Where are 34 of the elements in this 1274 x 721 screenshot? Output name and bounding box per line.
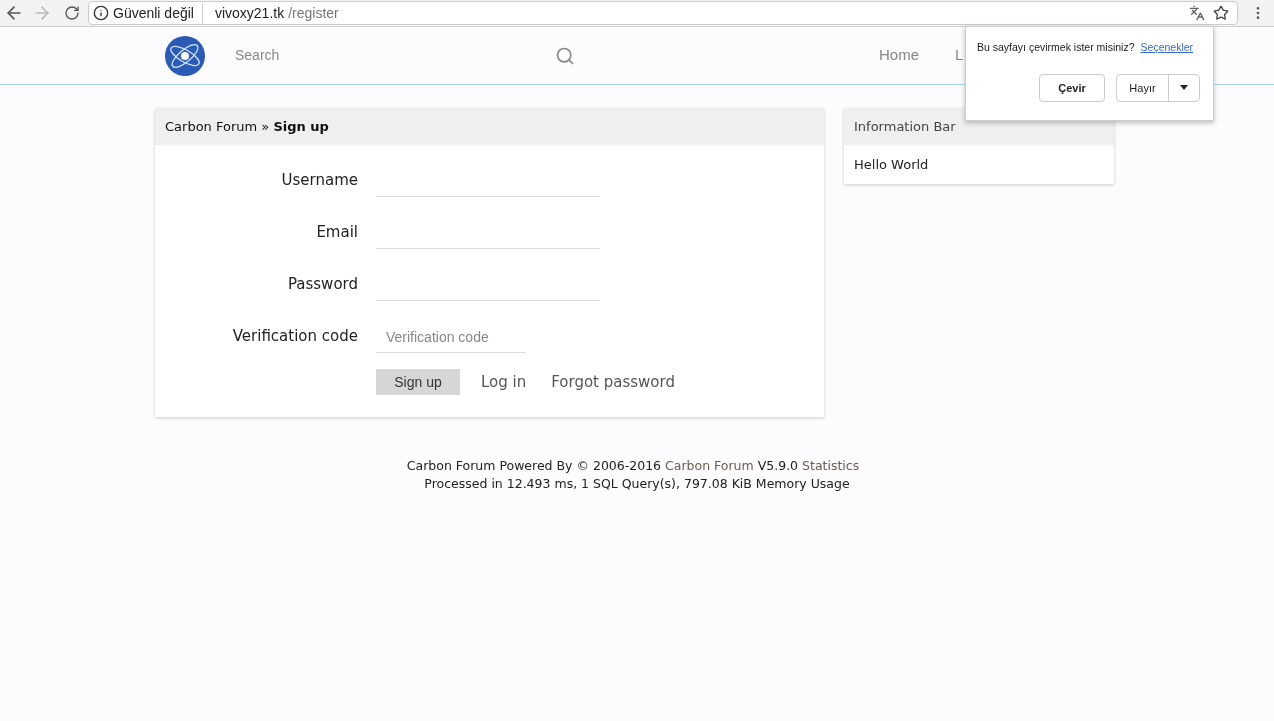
translate-question: Bu sayfayı çevirmek ister misiniz?	[977, 40, 1135, 55]
field-label: Password	[286, 273, 358, 295]
translate-button[interactable]: Çevir	[1039, 73, 1105, 102]
footer-link[interactable]: Statistics	[802, 457, 860, 475]
form-link[interactable]: Forgot password	[551, 370, 675, 394]
nav-link[interactable]: Home	[879, 44, 919, 67]
field-label: Username	[280, 169, 358, 191]
address-bar[interactable]: Güvenli değil vivoxy21.tk /register	[88, 1, 1238, 25]
url-host: vivoxy21.tk	[213, 3, 285, 23]
url-path: /register	[288, 3, 339, 23]
sidebar-title: Information Bar	[854, 117, 956, 136]
footer-text: V5.9.0	[757, 457, 799, 475]
dropdown-caret-icon[interactable]	[1180, 85, 1188, 91]
input-field[interactable]: Verification code	[376, 321, 526, 353]
globe-logo-icon[interactable]	[165, 35, 205, 76]
footer-text: Carbon Forum Powered By © 2006-2016	[406, 457, 662, 475]
sign-up-button[interactable]: Sign up	[376, 369, 460, 395]
translate-icon[interactable]	[1189, 5, 1205, 21]
field-label: Verification code	[231, 325, 358, 347]
decline-label[interactable]: Hayır	[1117, 74, 1169, 101]
reload-icon[interactable]	[64, 5, 80, 21]
search-field[interactable]: Search	[235, 45, 555, 66]
form-link[interactable]: Log in	[481, 370, 527, 394]
footer-stats: Processed in 12.493 ms, 1 SQL Query(s), 797.08 KiB Memory Usage	[424, 475, 850, 493]
sidebar-text: Hello World	[854, 155, 929, 174]
field-label: Email	[315, 221, 358, 243]
footer-link[interactable]: Carbon Forum	[665, 457, 754, 475]
info-icon[interactable]	[93, 5, 109, 21]
security-label: Güvenli değil	[113, 2, 203, 24]
decline-split-button[interactable]: Hayır	[1116, 73, 1200, 102]
options-link[interactable]: Seçenekler	[1140, 40, 1194, 56]
bookmark-star-icon[interactable]	[1213, 5, 1229, 21]
breadcrumb: Carbon Forum » Sign up	[165, 117, 329, 136]
search-icon[interactable]	[555, 45, 575, 66]
